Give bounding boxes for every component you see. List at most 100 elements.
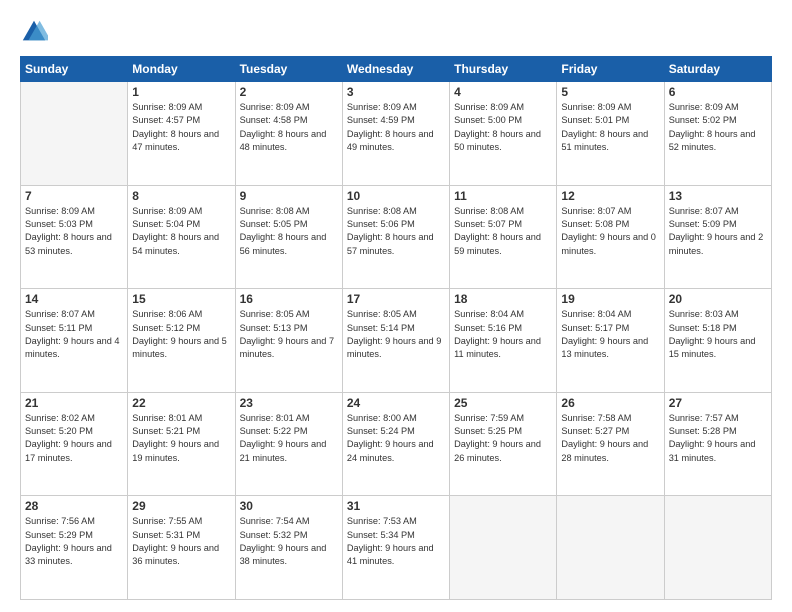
- day-number: 2: [240, 85, 338, 99]
- day-info: Sunrise: 8:01 AMSunset: 5:21 PMDaylight:…: [132, 412, 230, 465]
- weekday-header: Saturday: [664, 57, 771, 82]
- calendar-cell: [664, 496, 771, 600]
- calendar-week-row: 14 Sunrise: 8:07 AMSunset: 5:11 PMDaylig…: [21, 289, 772, 393]
- calendar-cell: 4 Sunrise: 8:09 AMSunset: 5:00 PMDayligh…: [450, 82, 557, 186]
- day-info: Sunrise: 8:09 AMSunset: 4:58 PMDaylight:…: [240, 101, 338, 154]
- day-info: Sunrise: 8:07 AMSunset: 5:09 PMDaylight:…: [669, 205, 767, 258]
- day-number: 6: [669, 85, 767, 99]
- day-number: 31: [347, 499, 445, 513]
- calendar-cell: 6 Sunrise: 8:09 AMSunset: 5:02 PMDayligh…: [664, 82, 771, 186]
- day-info: Sunrise: 7:56 AMSunset: 5:29 PMDaylight:…: [25, 515, 123, 568]
- day-info: Sunrise: 8:04 AMSunset: 5:17 PMDaylight:…: [561, 308, 659, 361]
- day-info: Sunrise: 8:09 AMSunset: 5:00 PMDaylight:…: [454, 101, 552, 154]
- day-info: Sunrise: 8:00 AMSunset: 5:24 PMDaylight:…: [347, 412, 445, 465]
- calendar-cell: 18 Sunrise: 8:04 AMSunset: 5:16 PMDaylig…: [450, 289, 557, 393]
- weekday-header: Thursday: [450, 57, 557, 82]
- day-number: 24: [347, 396, 445, 410]
- day-number: 17: [347, 292, 445, 306]
- day-number: 1: [132, 85, 230, 99]
- weekday-header: Sunday: [21, 57, 128, 82]
- calendar-cell: 24 Sunrise: 8:00 AMSunset: 5:24 PMDaylig…: [342, 392, 449, 496]
- calendar-week-row: 7 Sunrise: 8:09 AMSunset: 5:03 PMDayligh…: [21, 185, 772, 289]
- day-info: Sunrise: 8:09 AMSunset: 5:01 PMDaylight:…: [561, 101, 659, 154]
- day-number: 16: [240, 292, 338, 306]
- day-number: 8: [132, 189, 230, 203]
- calendar-cell: 28 Sunrise: 7:56 AMSunset: 5:29 PMDaylig…: [21, 496, 128, 600]
- day-info: Sunrise: 8:06 AMSunset: 5:12 PMDaylight:…: [132, 308, 230, 361]
- day-info: Sunrise: 8:01 AMSunset: 5:22 PMDaylight:…: [240, 412, 338, 465]
- day-info: Sunrise: 8:05 AMSunset: 5:13 PMDaylight:…: [240, 308, 338, 361]
- calendar-cell: 31 Sunrise: 7:53 AMSunset: 5:34 PMDaylig…: [342, 496, 449, 600]
- day-number: 30: [240, 499, 338, 513]
- day-info: Sunrise: 8:07 AMSunset: 5:08 PMDaylight:…: [561, 205, 659, 258]
- day-number: 4: [454, 85, 552, 99]
- weekday-header: Monday: [128, 57, 235, 82]
- day-number: 25: [454, 396, 552, 410]
- calendar-cell: 14 Sunrise: 8:07 AMSunset: 5:11 PMDaylig…: [21, 289, 128, 393]
- calendar-cell: 17 Sunrise: 8:05 AMSunset: 5:14 PMDaylig…: [342, 289, 449, 393]
- day-number: 27: [669, 396, 767, 410]
- calendar-cell: 29 Sunrise: 7:55 AMSunset: 5:31 PMDaylig…: [128, 496, 235, 600]
- day-number: 21: [25, 396, 123, 410]
- day-number: 12: [561, 189, 659, 203]
- day-number: 10: [347, 189, 445, 203]
- day-number: 9: [240, 189, 338, 203]
- day-info: Sunrise: 8:09 AMSunset: 4:57 PMDaylight:…: [132, 101, 230, 154]
- calendar-week-row: 1 Sunrise: 8:09 AMSunset: 4:57 PMDayligh…: [21, 82, 772, 186]
- day-info: Sunrise: 8:09 AMSunset: 5:03 PMDaylight:…: [25, 205, 123, 258]
- calendar-cell: 13 Sunrise: 8:07 AMSunset: 5:09 PMDaylig…: [664, 185, 771, 289]
- day-info: Sunrise: 8:09 AMSunset: 5:04 PMDaylight:…: [132, 205, 230, 258]
- calendar-cell: 26 Sunrise: 7:58 AMSunset: 5:27 PMDaylig…: [557, 392, 664, 496]
- calendar-cell: [21, 82, 128, 186]
- calendar-cell: 3 Sunrise: 8:09 AMSunset: 4:59 PMDayligh…: [342, 82, 449, 186]
- calendar-cell: 23 Sunrise: 8:01 AMSunset: 5:22 PMDaylig…: [235, 392, 342, 496]
- day-number: 29: [132, 499, 230, 513]
- calendar-cell: 21 Sunrise: 8:02 AMSunset: 5:20 PMDaylig…: [21, 392, 128, 496]
- logo: [20, 18, 52, 46]
- day-number: 20: [669, 292, 767, 306]
- day-number: 13: [669, 189, 767, 203]
- calendar-cell: 2 Sunrise: 8:09 AMSunset: 4:58 PMDayligh…: [235, 82, 342, 186]
- calendar-week-row: 28 Sunrise: 7:56 AMSunset: 5:29 PMDaylig…: [21, 496, 772, 600]
- calendar-header-row: SundayMondayTuesdayWednesdayThursdayFrid…: [21, 57, 772, 82]
- calendar-cell: 11 Sunrise: 8:08 AMSunset: 5:07 PMDaylig…: [450, 185, 557, 289]
- calendar-cell: 19 Sunrise: 8:04 AMSunset: 5:17 PMDaylig…: [557, 289, 664, 393]
- day-info: Sunrise: 8:02 AMSunset: 5:20 PMDaylight:…: [25, 412, 123, 465]
- day-number: 15: [132, 292, 230, 306]
- day-number: 14: [25, 292, 123, 306]
- calendar-cell: 5 Sunrise: 8:09 AMSunset: 5:01 PMDayligh…: [557, 82, 664, 186]
- header: [20, 18, 772, 46]
- day-info: Sunrise: 7:59 AMSunset: 5:25 PMDaylight:…: [454, 412, 552, 465]
- calendar-cell: 30 Sunrise: 7:54 AMSunset: 5:32 PMDaylig…: [235, 496, 342, 600]
- day-number: 5: [561, 85, 659, 99]
- weekday-header: Tuesday: [235, 57, 342, 82]
- page: SundayMondayTuesdayWednesdayThursdayFrid…: [0, 0, 792, 612]
- calendar-cell: [557, 496, 664, 600]
- calendar-cell: 22 Sunrise: 8:01 AMSunset: 5:21 PMDaylig…: [128, 392, 235, 496]
- day-number: 3: [347, 85, 445, 99]
- calendar-cell: 8 Sunrise: 8:09 AMSunset: 5:04 PMDayligh…: [128, 185, 235, 289]
- calendar-cell: 12 Sunrise: 8:07 AMSunset: 5:08 PMDaylig…: [557, 185, 664, 289]
- day-info: Sunrise: 8:04 AMSunset: 5:16 PMDaylight:…: [454, 308, 552, 361]
- day-info: Sunrise: 7:57 AMSunset: 5:28 PMDaylight:…: [669, 412, 767, 465]
- calendar-table: SundayMondayTuesdayWednesdayThursdayFrid…: [20, 56, 772, 600]
- day-number: 18: [454, 292, 552, 306]
- day-info: Sunrise: 7:58 AMSunset: 5:27 PMDaylight:…: [561, 412, 659, 465]
- calendar-cell: 15 Sunrise: 8:06 AMSunset: 5:12 PMDaylig…: [128, 289, 235, 393]
- day-info: Sunrise: 7:55 AMSunset: 5:31 PMDaylight:…: [132, 515, 230, 568]
- day-info: Sunrise: 8:09 AMSunset: 4:59 PMDaylight:…: [347, 101, 445, 154]
- day-info: Sunrise: 8:05 AMSunset: 5:14 PMDaylight:…: [347, 308, 445, 361]
- day-info: Sunrise: 8:03 AMSunset: 5:18 PMDaylight:…: [669, 308, 767, 361]
- calendar-cell: 1 Sunrise: 8:09 AMSunset: 4:57 PMDayligh…: [128, 82, 235, 186]
- weekday-header: Wednesday: [342, 57, 449, 82]
- calendar-cell: [450, 496, 557, 600]
- day-info: Sunrise: 8:09 AMSunset: 5:02 PMDaylight:…: [669, 101, 767, 154]
- calendar-cell: 20 Sunrise: 8:03 AMSunset: 5:18 PMDaylig…: [664, 289, 771, 393]
- day-info: Sunrise: 8:08 AMSunset: 5:05 PMDaylight:…: [240, 205, 338, 258]
- day-info: Sunrise: 7:53 AMSunset: 5:34 PMDaylight:…: [347, 515, 445, 568]
- calendar-cell: 27 Sunrise: 7:57 AMSunset: 5:28 PMDaylig…: [664, 392, 771, 496]
- day-info: Sunrise: 8:07 AMSunset: 5:11 PMDaylight:…: [25, 308, 123, 361]
- day-number: 19: [561, 292, 659, 306]
- calendar-cell: 10 Sunrise: 8:08 AMSunset: 5:06 PMDaylig…: [342, 185, 449, 289]
- calendar-cell: 9 Sunrise: 8:08 AMSunset: 5:05 PMDayligh…: [235, 185, 342, 289]
